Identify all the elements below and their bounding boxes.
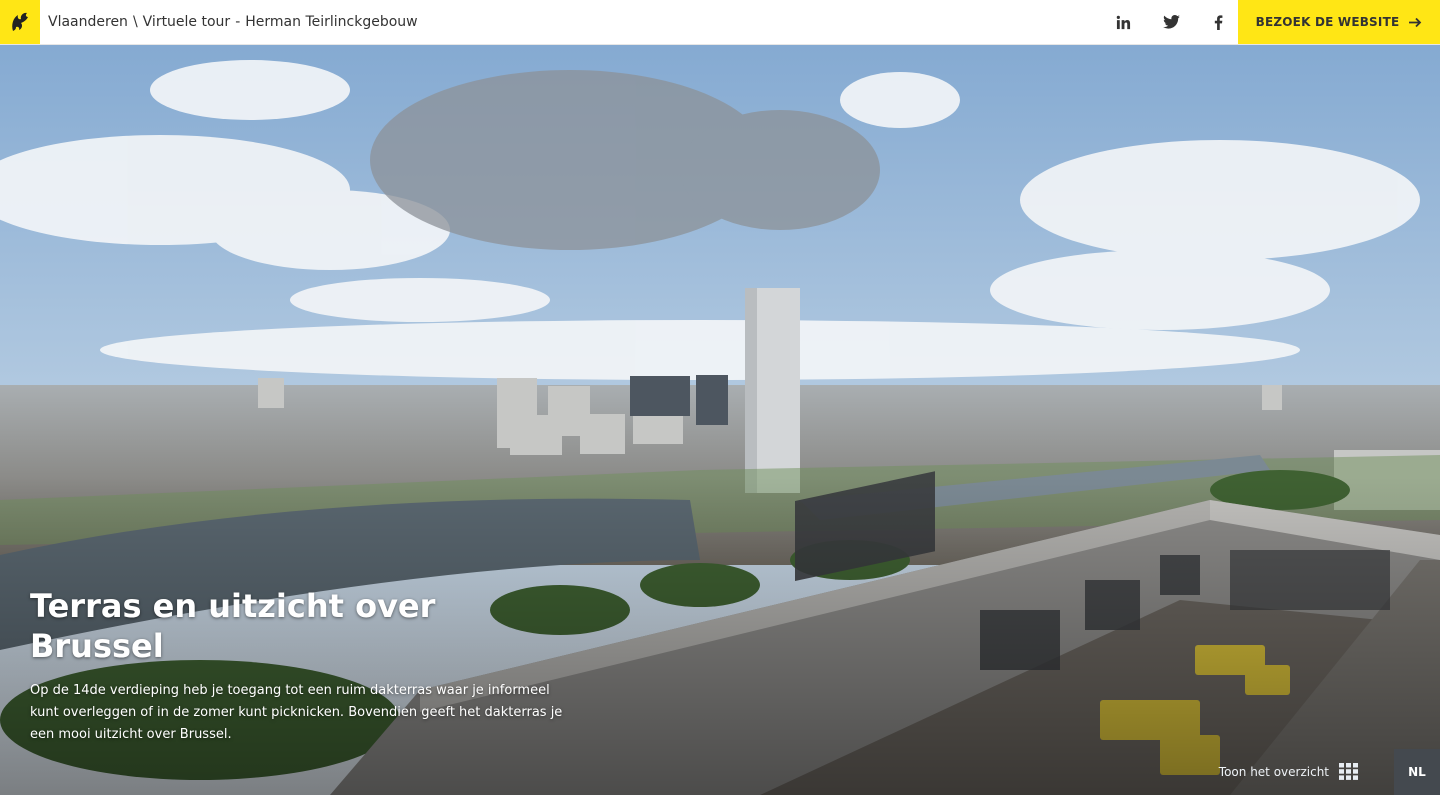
arrow-right-icon: [1409, 17, 1422, 28]
scene-title: Terras en uitzicht over Brussel: [30, 587, 436, 665]
scene-description: Op de 14de verdieping heb je toegang tot…: [30, 683, 563, 742]
facebook-icon[interactable]: [1205, 0, 1231, 44]
overview-label: Toon het overzicht: [1218, 764, 1329, 779]
scene-caption: Terras en uitzicht over Brussel Op de 14…: [30, 586, 570, 746]
breadcrumb-dash: -: [235, 14, 241, 30]
top-bar: Vlaanderen \ Virtuele tour - Herman Teir…: [0, 0, 1440, 45]
visit-website-label: BEZOEK DE WEBSITE: [1255, 15, 1400, 29]
breadcrumb-virtuele-tour[interactable]: Virtuele tour: [143, 14, 231, 30]
vlaanderen-logo-icon[interactable]: [0, 0, 40, 44]
overview-button[interactable]: Toon het overzicht: [1219, 763, 1358, 780]
linkedin-icon[interactable]: [1110, 0, 1136, 44]
twitter-icon[interactable]: [1158, 0, 1184, 44]
breadcrumb: Vlaanderen \ Virtuele tour - Herman Teir…: [48, 0, 423, 44]
breadcrumb-building: Herman Teirlinckgebouw: [245, 14, 418, 30]
breadcrumb-separator: \: [132, 14, 138, 30]
grid-icon: [1339, 763, 1358, 780]
breadcrumb-vlaanderen[interactable]: Vlaanderen: [48, 14, 128, 30]
language-switch-button[interactable]: NL: [1394, 749, 1440, 795]
visit-website-button[interactable]: BEZOEK DE WEBSITE: [1238, 0, 1440, 44]
